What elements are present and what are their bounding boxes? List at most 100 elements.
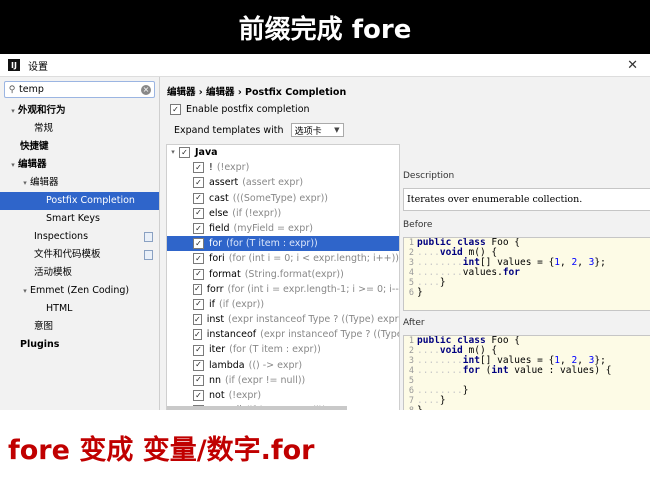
line-number: 1 bbox=[404, 336, 417, 346]
checkbox-checked-icon[interactable]: ✓ bbox=[170, 104, 181, 115]
template-row[interactable]: ✓ inst (expr instanceof Type ? ((Type) exp… bbox=[167, 312, 399, 327]
expand-templates-select[interactable]: 选项卡 ▼ bbox=[290, 123, 344, 137]
sidebar-item[interactable]: 快捷键 bbox=[0, 138, 159, 156]
checkbox-checked-icon[interactable]: ✓ bbox=[193, 253, 204, 265]
template-row[interactable]: ✓ for (for (T item : expr)) bbox=[167, 236, 399, 252]
template-group-java[interactable]: ▾ ✓ Java bbox=[167, 145, 399, 160]
line-number: 7 bbox=[404, 396, 417, 406]
breadcrumb: 编辑器 › 编辑器 › Postfix Completion bbox=[167, 87, 347, 98]
checkbox-checked-icon[interactable]: ✓ bbox=[179, 147, 190, 159]
checkbox-checked-icon[interactable]: ✓ bbox=[193, 162, 204, 174]
template-row[interactable]: ✓ format (String.format(expr)) bbox=[167, 267, 399, 282]
sidebar-item-label: Plugins bbox=[20, 339, 60, 350]
template-key: ! bbox=[209, 162, 213, 174]
sidebar-item[interactable]: HTML bbox=[0, 300, 159, 318]
template-row[interactable]: ✓ nn (if (expr != null)) bbox=[167, 373, 399, 388]
chevron-down-icon[interactable]: ▾ bbox=[167, 145, 179, 160]
sidebar-item[interactable]: ▾ 外观和行为 bbox=[0, 102, 159, 120]
chevron-down-icon[interactable]: ▾ bbox=[20, 174, 30, 192]
search-input[interactable] bbox=[19, 84, 125, 95]
sidebar-item-label: 文件和代码模板 bbox=[34, 249, 101, 260]
chevron-down-icon[interactable]: ▾ bbox=[20, 282, 30, 300]
code-line: 7....} bbox=[404, 396, 650, 406]
checkbox-checked-icon[interactable]: ✓ bbox=[193, 390, 204, 402]
clear-search-icon[interactable]: × bbox=[141, 84, 151, 95]
template-key: assert bbox=[209, 177, 239, 189]
template-hint: (expr instanceof Type ? ((Type) expr bbox=[260, 329, 399, 341]
template-row[interactable]: ✓ not (!expr) bbox=[167, 388, 399, 403]
template-row[interactable]: ✓ if (if (expr)) bbox=[167, 297, 399, 312]
template-key: not bbox=[209, 390, 225, 401]
template-row[interactable]: ✓ fori (for (int i = 0; i < expr.length; i… bbox=[167, 251, 399, 266]
template-row[interactable]: ✓ cast (((SomeType) expr)) bbox=[167, 191, 399, 206]
checkbox-checked-icon[interactable]: ✓ bbox=[193, 359, 204, 371]
caption-text: fore 变成 变量/数字.for bbox=[8, 435, 315, 466]
template-key: if bbox=[209, 298, 215, 310]
checkbox-checked-icon[interactable]: ✓ bbox=[193, 298, 204, 310]
checkbox-checked-icon[interactable]: ✓ bbox=[193, 238, 204, 250]
checkbox-checked-icon[interactable]: ✓ bbox=[193, 314, 202, 326]
sidebar-item[interactable]: ▾ 编辑器 bbox=[0, 156, 159, 174]
checkbox-checked-icon[interactable]: ✓ bbox=[193, 177, 204, 189]
banner-title: 前缀完成 fore bbox=[0, 0, 650, 54]
template-row[interactable]: ✓ instanceof (expr instanceof Type ? ((Typ… bbox=[167, 327, 399, 342]
sidebar-item-label: Inspections bbox=[34, 231, 89, 242]
template-hint: (!expr) bbox=[216, 162, 250, 174]
sidebar-item[interactable]: 常规 bbox=[0, 120, 159, 138]
expand-templates-label: Expand templates with bbox=[174, 124, 284, 136]
code-line: 8} bbox=[404, 406, 650, 410]
settings-tree: ▾ 外观和行为 常规 快捷键 ▾ 编辑器 ▾ 编辑器 Postfix Completion Sma… bbox=[0, 102, 159, 354]
checkbox-checked-icon[interactable]: ✓ bbox=[193, 374, 204, 386]
chevron-down-icon[interactable]: ▾ bbox=[8, 156, 18, 174]
before-code-preview: 1 public class Foo {2 ....void m() {3.....… bbox=[403, 237, 650, 311]
sidebar-item-label: 常规 bbox=[34, 123, 54, 134]
sidebar-item[interactable]: 文件和代码模板 bbox=[0, 246, 159, 264]
sidebar-item[interactable]: Inspections bbox=[0, 228, 159, 246]
settings-search: ⚲ × bbox=[4, 81, 155, 98]
checkbox-checked-icon[interactable]: ✓ bbox=[193, 223, 204, 235]
template-key: field bbox=[209, 222, 230, 234]
close-icon[interactable]: ✕ bbox=[627, 58, 638, 73]
template-row[interactable]: ✓ forr (for (int i = expr.length-1; i >= 0… bbox=[167, 282, 399, 297]
checkbox-checked-icon[interactable]: ✓ bbox=[193, 207, 204, 219]
line-number: 6 bbox=[404, 288, 417, 298]
template-key: lambda bbox=[209, 359, 245, 371]
template-hint: (for (int i = expr.length-1; i >= 0; i--… bbox=[227, 283, 400, 295]
before-label: Before bbox=[403, 220, 433, 230]
template-row[interactable]: ✓ else (if (!expr)) bbox=[167, 206, 399, 221]
checkbox-checked-icon[interactable]: ✓ bbox=[193, 192, 204, 204]
template-row[interactable]: ✓ lambda(() -> expr) bbox=[167, 358, 399, 373]
settings-dialog: IJ 设置 ✕ ⚲ × ▾外观和行为常规快捷键▾编辑器▾编辑器Postfix C… bbox=[0, 54, 650, 410]
template-key: inst bbox=[206, 314, 225, 326]
sidebar-item-label: Smart Keys bbox=[46, 213, 100, 224]
settings-sidebar: ⚲ × ▾外观和行为常规快捷键▾编辑器▾编辑器Postfix Completio… bbox=[0, 77, 160, 410]
checkbox-checked-icon[interactable]: ✓ bbox=[193, 329, 202, 341]
template-hint: (() -> expr) bbox=[248, 359, 303, 371]
sidebar-item-label: 意图 bbox=[34, 321, 54, 332]
horizontal-scrollbar[interactable] bbox=[167, 406, 347, 410]
template-hint: (if (expr != null)) bbox=[225, 374, 306, 386]
sidebar-item[interactable]: ▾ 编辑器 bbox=[0, 174, 159, 192]
sidebar-item[interactable]: 意图 bbox=[0, 318, 159, 336]
template-hint: (if (!expr)) bbox=[232, 207, 282, 219]
expand-templates-value: 选项卡 bbox=[294, 126, 322, 137]
template-row[interactable]: ✓! (!expr) bbox=[167, 160, 399, 175]
sidebar-item[interactable]: Smart Keys bbox=[0, 210, 159, 228]
checkbox-checked-icon[interactable]: ✓ bbox=[193, 268, 204, 280]
checkbox-checked-icon[interactable]: ✓ bbox=[193, 344, 204, 356]
sidebar-item[interactable]: 活动模板 bbox=[0, 264, 159, 282]
checkbox-checked-icon[interactable]: ✓ bbox=[193, 283, 202, 295]
template-row[interactable]: ✓ assert (assert expr) bbox=[167, 175, 399, 190]
sidebar-item[interactable]: Plugins bbox=[0, 336, 159, 354]
template-key: iter bbox=[209, 344, 226, 356]
template-row[interactable]: ✓ iter (for (T item : expr)) bbox=[167, 342, 399, 357]
code-line: 6} bbox=[404, 288, 650, 298]
template-row[interactable]: ✓ field (myField = expr) bbox=[167, 221, 399, 236]
enable-postfix-checkbox[interactable]: ✓ Enable postfix completion bbox=[170, 104, 310, 115]
sidebar-item[interactable]: Postfix Completion bbox=[0, 192, 159, 210]
line-number: 6 bbox=[404, 386, 417, 396]
sidebar-item-label: Emmet (Zen Coding) bbox=[30, 285, 130, 296]
chevron-down-icon[interactable]: ▾ bbox=[8, 102, 18, 120]
project-scope-icon bbox=[144, 250, 153, 260]
sidebar-item[interactable]: ▾ Emmet (Zen Coding) bbox=[0, 282, 159, 300]
